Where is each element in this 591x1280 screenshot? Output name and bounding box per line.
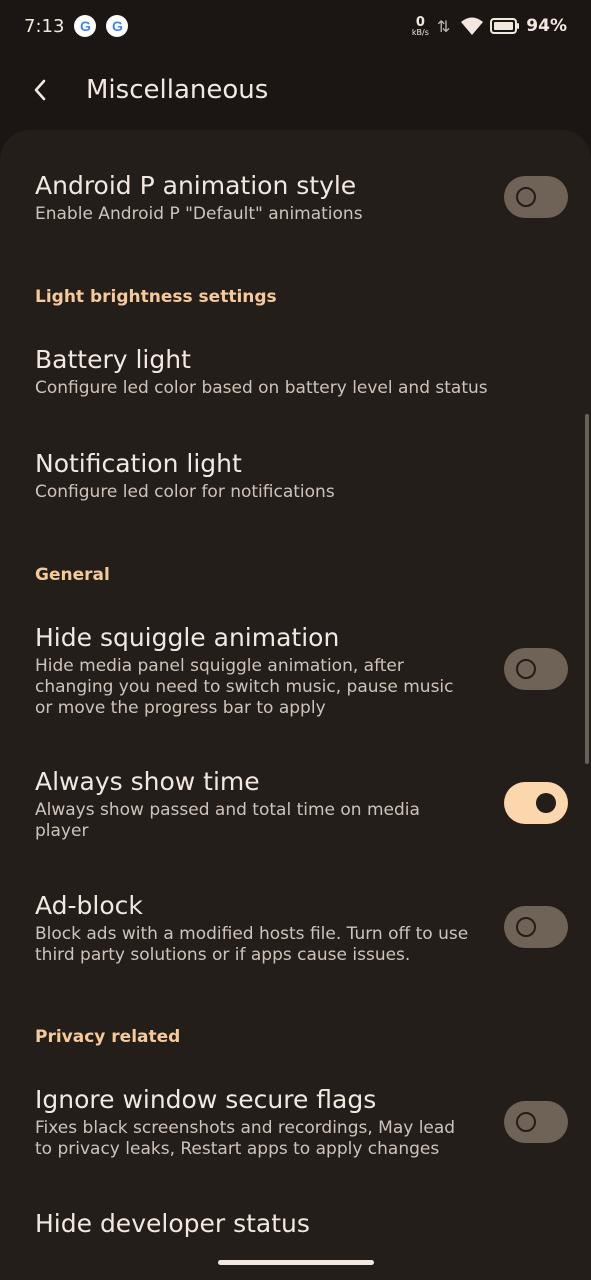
hide-squiggle-animation-switch[interactable]	[504, 648, 568, 690]
switch-thumb	[516, 1112, 536, 1132]
back-arrow-icon	[34, 79, 46, 101]
status-bar: 7:13 G G 0 kB/s ⇅ 94%	[0, 0, 591, 52]
setting-title: Hide developer status	[35, 1209, 310, 1238]
setting-ignore-window-secure-flags[interactable]: Ignore window secure flags Fixes black s…	[35, 1084, 565, 1160]
switch-thumb	[516, 187, 536, 207]
summary-line: Block ads with a modified hosts file. Tu…	[35, 924, 469, 944]
setting-battery-light[interactable]: Battery light Configure led color based …	[35, 344, 565, 399]
settings-list: Android P animation style Enable Android…	[0, 130, 591, 1280]
setting-summary: Configure led color for notifications	[35, 482, 335, 502]
google-notification-icon: G	[74, 15, 97, 37]
setting-title: Always show time	[35, 767, 260, 796]
summary-line: player	[35, 821, 89, 841]
network-speed-value: 0	[415, 14, 425, 30]
always-show-time-switch[interactable]	[504, 782, 568, 824]
setting-summary: Enable Android P "Default" animations	[35, 204, 363, 224]
data-activity-icon: ⇅	[436, 16, 451, 36]
setting-title: Notification light	[35, 449, 242, 478]
summary-line: Hide media panel squiggle animation, aft…	[35, 656, 404, 676]
section-header-light-brightness: Light brightness settings	[35, 287, 277, 307]
summary-line: third party solutions or if apps cause i…	[35, 945, 411, 965]
summary-line: Fixes black screenshots and recordings, …	[35, 1118, 456, 1138]
setting-title: Battery light	[35, 345, 191, 374]
ignore-window-secure-flags-switch[interactable]	[504, 1101, 568, 1143]
summary-line: to privacy leaks, Restart apps to apply …	[35, 1139, 440, 1159]
page-title: Miscellaneous	[86, 75, 269, 105]
network-speed: 0 kB/s	[412, 16, 429, 37]
battery-icon	[490, 18, 520, 34]
summary-line: changing you need to switch music, pause…	[35, 677, 454, 697]
ad-block-switch[interactable]	[504, 906, 568, 948]
setting-hide-squiggle-animation[interactable]: Hide squiggle animation Hide media panel…	[35, 622, 565, 719]
back-button[interactable]	[12, 62, 68, 118]
setting-summary: Hide media panel squiggle animation, aft…	[35, 656, 565, 719]
setting-summary: Always show passed and total time on med…	[35, 800, 565, 842]
app-bar: Miscellaneous	[0, 52, 591, 128]
section-header-privacy: Privacy related	[35, 1027, 181, 1047]
switch-thumb	[516, 917, 536, 937]
setting-title: Ad-block	[35, 891, 143, 920]
google-notification-icon: G	[106, 15, 129, 37]
setting-title: Android P animation style	[35, 171, 357, 200]
scrollbar[interactable]	[585, 414, 589, 764]
setting-summary: Fixes black screenshots and recordings, …	[35, 1118, 565, 1160]
setting-notification-light[interactable]: Notification light Configure led color f…	[35, 448, 565, 503]
setting-android-p-animation[interactable]: Android P animation style Enable Android…	[35, 170, 565, 225]
setting-always-show-time[interactable]: Always show time Always show passed and …	[35, 766, 565, 842]
battery-percent: 94%	[526, 16, 567, 36]
setting-title: Hide squiggle animation	[35, 623, 340, 652]
switch-thumb	[516, 659, 536, 679]
summary-line: Always show passed and total time on med…	[35, 800, 420, 820]
setting-summary: Block ads with a modified hosts file. Tu…	[35, 924, 565, 966]
status-right: 0 kB/s ⇅ 94%	[412, 16, 567, 37]
android-p-animation-switch[interactable]	[504, 176, 568, 218]
setting-title: Ignore window secure flags	[35, 1085, 377, 1114]
gesture-navigation-handle[interactable]	[218, 1260, 374, 1265]
status-time: 7:13	[24, 15, 65, 37]
switch-thumb	[536, 793, 556, 813]
setting-hide-developer-status[interactable]: Hide developer status	[35, 1208, 565, 1240]
summary-line: or move the progress bar to apply	[35, 698, 326, 718]
wifi-icon	[461, 17, 484, 35]
network-speed-unit: kB/s	[411, 27, 429, 37]
setting-summary: Configure led color based on battery lev…	[35, 378, 488, 398]
setting-ad-block[interactable]: Ad-block Block ads with a modified hosts…	[35, 890, 565, 966]
section-header-general: General	[35, 565, 110, 585]
